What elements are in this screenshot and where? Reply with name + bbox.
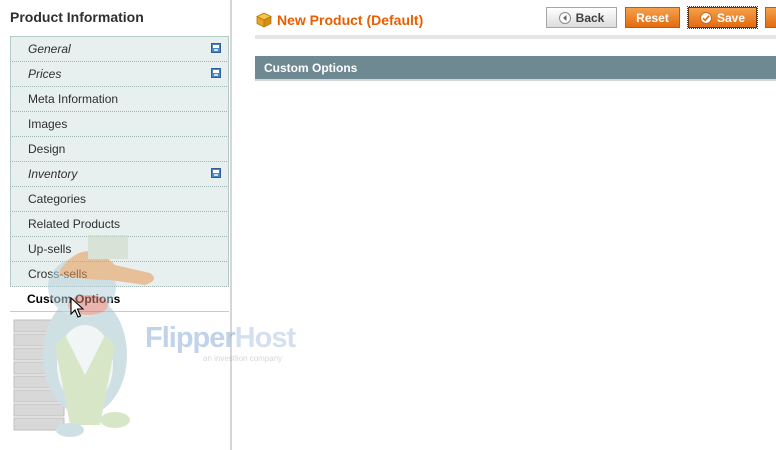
back-button[interactable]: Back: [546, 7, 617, 28]
tab-label: Prices: [28, 67, 62, 81]
back-button-label: Back: [575, 10, 605, 25]
tab-label: Categories: [28, 192, 87, 206]
save-button[interactable]: Save: [687, 6, 758, 29]
product-info-sidebar: Product Information General Prices Meta In…: [0, 0, 232, 450]
tab-prices[interactable]: Prices: [10, 62, 229, 87]
custom-options-section-header: Custom Options: [255, 56, 776, 81]
tab-categories[interactable]: Categories: [10, 187, 229, 212]
tab-design[interactable]: Design: [10, 137, 229, 162]
checkmark-icon: [699, 11, 712, 24]
page-title: New Product (Default): [277, 12, 424, 28]
changed-flag-icon: [211, 68, 221, 78]
tab-images[interactable]: Images: [10, 112, 229, 137]
product-box-icon: [256, 12, 272, 28]
page-header: New Product (Default) Back Reset Save: [232, 0, 776, 39]
tab-label: Inventory: [28, 167, 78, 181]
changed-flag-icon: [211, 43, 221, 53]
header-divider: [255, 35, 776, 39]
tab-label: General: [28, 42, 71, 56]
main-content: New Product (Default) Back Reset Save Cu…: [232, 0, 776, 450]
tab-inventory[interactable]: Inventory: [10, 162, 229, 187]
tab-meta-information[interactable]: Meta Information: [10, 87, 229, 112]
back-arrow-icon: [558, 11, 571, 24]
reset-button[interactable]: Reset: [625, 7, 680, 28]
tab-label: Meta Information: [28, 92, 119, 106]
sidebar-title: Product Information: [10, 9, 144, 25]
mascot-watermark: [13, 235, 154, 437]
save-button-label: Save: [716, 10, 746, 25]
mouse-pointer-icon: [70, 297, 84, 318]
save-and-continue-button[interactable]: [765, 7, 776, 28]
tab-general[interactable]: General: [10, 37, 229, 62]
changed-flag-icon: [211, 168, 221, 178]
tab-label: Images: [28, 117, 68, 131]
reset-button-label: Reset: [636, 10, 669, 25]
section-title: Custom Options: [264, 61, 358, 75]
tab-label: Design: [28, 142, 66, 156]
